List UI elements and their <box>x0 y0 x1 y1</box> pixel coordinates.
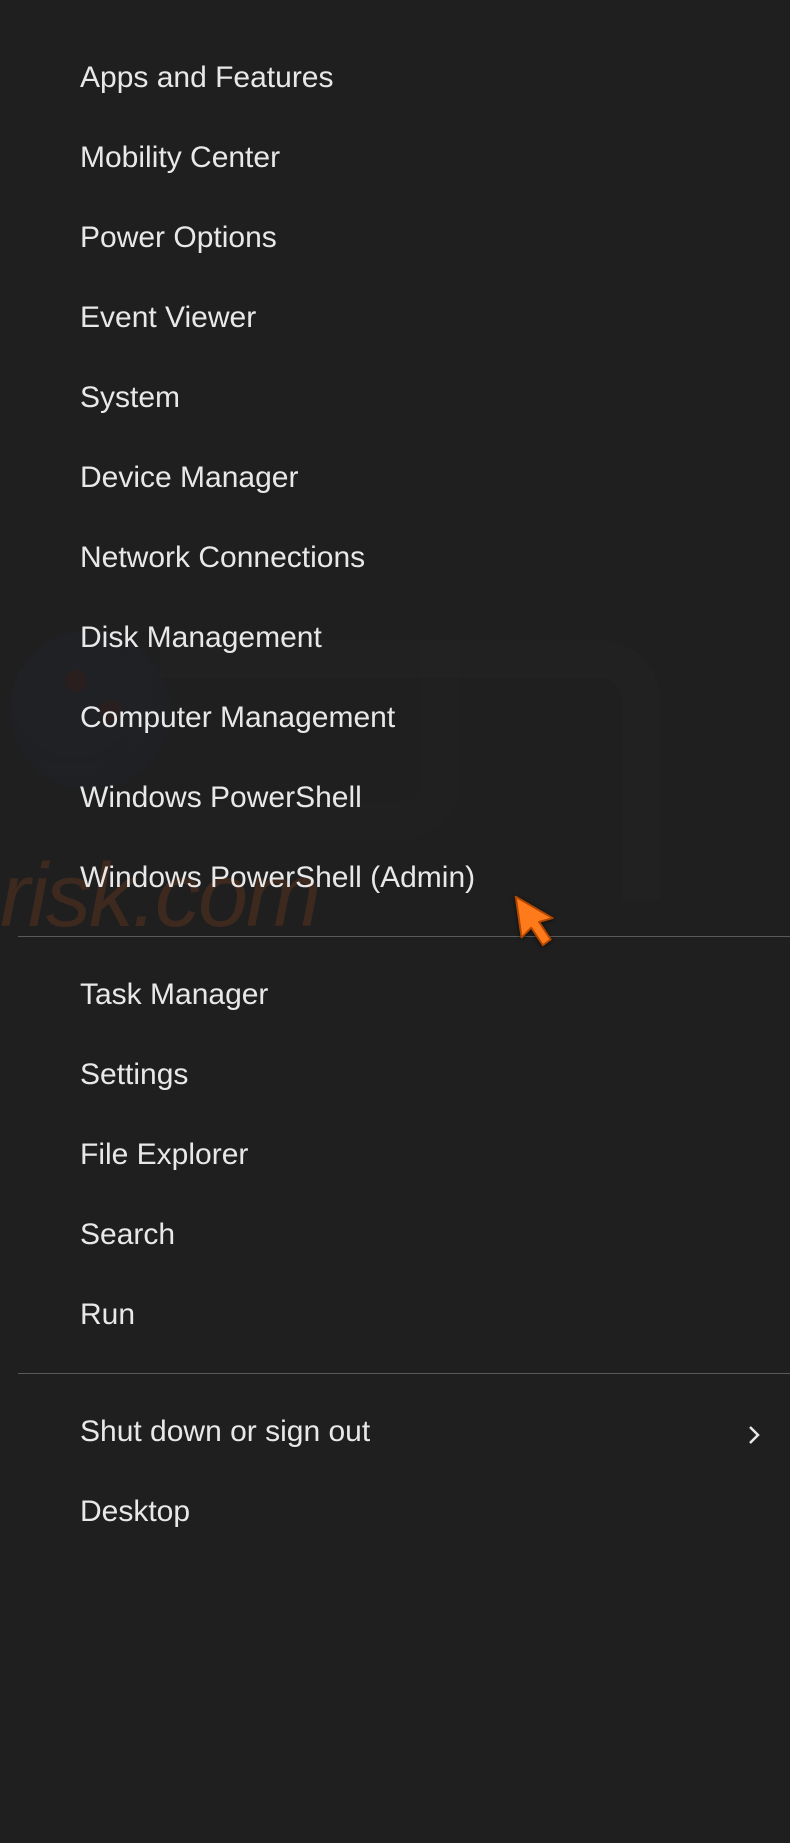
menu-item-file-explorer[interactable]: File Explorer <box>80 1115 766 1195</box>
menu-item-computer-management[interactable]: Computer Management <box>80 678 766 758</box>
menu-item-label: System <box>80 380 180 416</box>
menu-item-label: Device Manager <box>80 460 298 496</box>
menu-item-label: Event Viewer <box>80 300 256 336</box>
menu-item-label: Windows PowerShell (Admin) <box>80 860 475 896</box>
menu-item-event-viewer[interactable]: Event Viewer <box>80 278 766 358</box>
menu-item-label: Apps and Features <box>80 60 334 96</box>
menu-item-label: Search <box>80 1217 175 1253</box>
menu-item-run[interactable]: Run <box>80 1275 766 1355</box>
menu-item-label: Power Options <box>80 220 277 256</box>
menu-item-settings[interactable]: Settings <box>80 1035 766 1115</box>
menu-item-windows-powershell-admin[interactable]: Windows PowerShell (Admin) <box>80 838 766 918</box>
menu-item-shut-down-or-sign-out[interactable]: Shut down or sign out <box>80 1392 766 1472</box>
menu-item-network-connections[interactable]: Network Connections <box>80 518 766 598</box>
winx-context-menu: Apps and Features Mobility Center Power … <box>0 0 790 1552</box>
menu-separator <box>18 936 790 937</box>
menu-separator <box>18 1373 790 1374</box>
menu-item-label: Windows PowerShell <box>80 780 362 816</box>
chevron-right-icon <box>742 1420 766 1444</box>
menu-item-desktop[interactable]: Desktop <box>80 1472 766 1552</box>
menu-item-windows-powershell[interactable]: Windows PowerShell <box>80 758 766 838</box>
menu-item-label: Shut down or sign out <box>80 1414 370 1450</box>
menu-item-label: Network Connections <box>80 540 365 576</box>
menu-item-mobility-center[interactable]: Mobility Center <box>80 118 766 198</box>
menu-item-label: Computer Management <box>80 700 395 736</box>
menu-item-label: Disk Management <box>80 620 322 656</box>
menu-item-device-manager[interactable]: Device Manager <box>80 438 766 518</box>
menu-item-label: Desktop <box>80 1494 190 1530</box>
menu-item-label: File Explorer <box>80 1137 248 1173</box>
menu-item-label: Task Manager <box>80 977 268 1013</box>
menu-item-system[interactable]: System <box>80 358 766 438</box>
menu-item-disk-management[interactable]: Disk Management <box>80 598 766 678</box>
menu-item-label: Run <box>80 1297 135 1333</box>
menu-item-label: Settings <box>80 1057 188 1093</box>
menu-item-task-manager[interactable]: Task Manager <box>80 955 766 1035</box>
menu-item-label: Mobility Center <box>80 140 280 176</box>
menu-item-search[interactable]: Search <box>80 1195 766 1275</box>
menu-item-apps-and-features[interactable]: Apps and Features <box>80 38 766 118</box>
menu-item-power-options[interactable]: Power Options <box>80 198 766 278</box>
